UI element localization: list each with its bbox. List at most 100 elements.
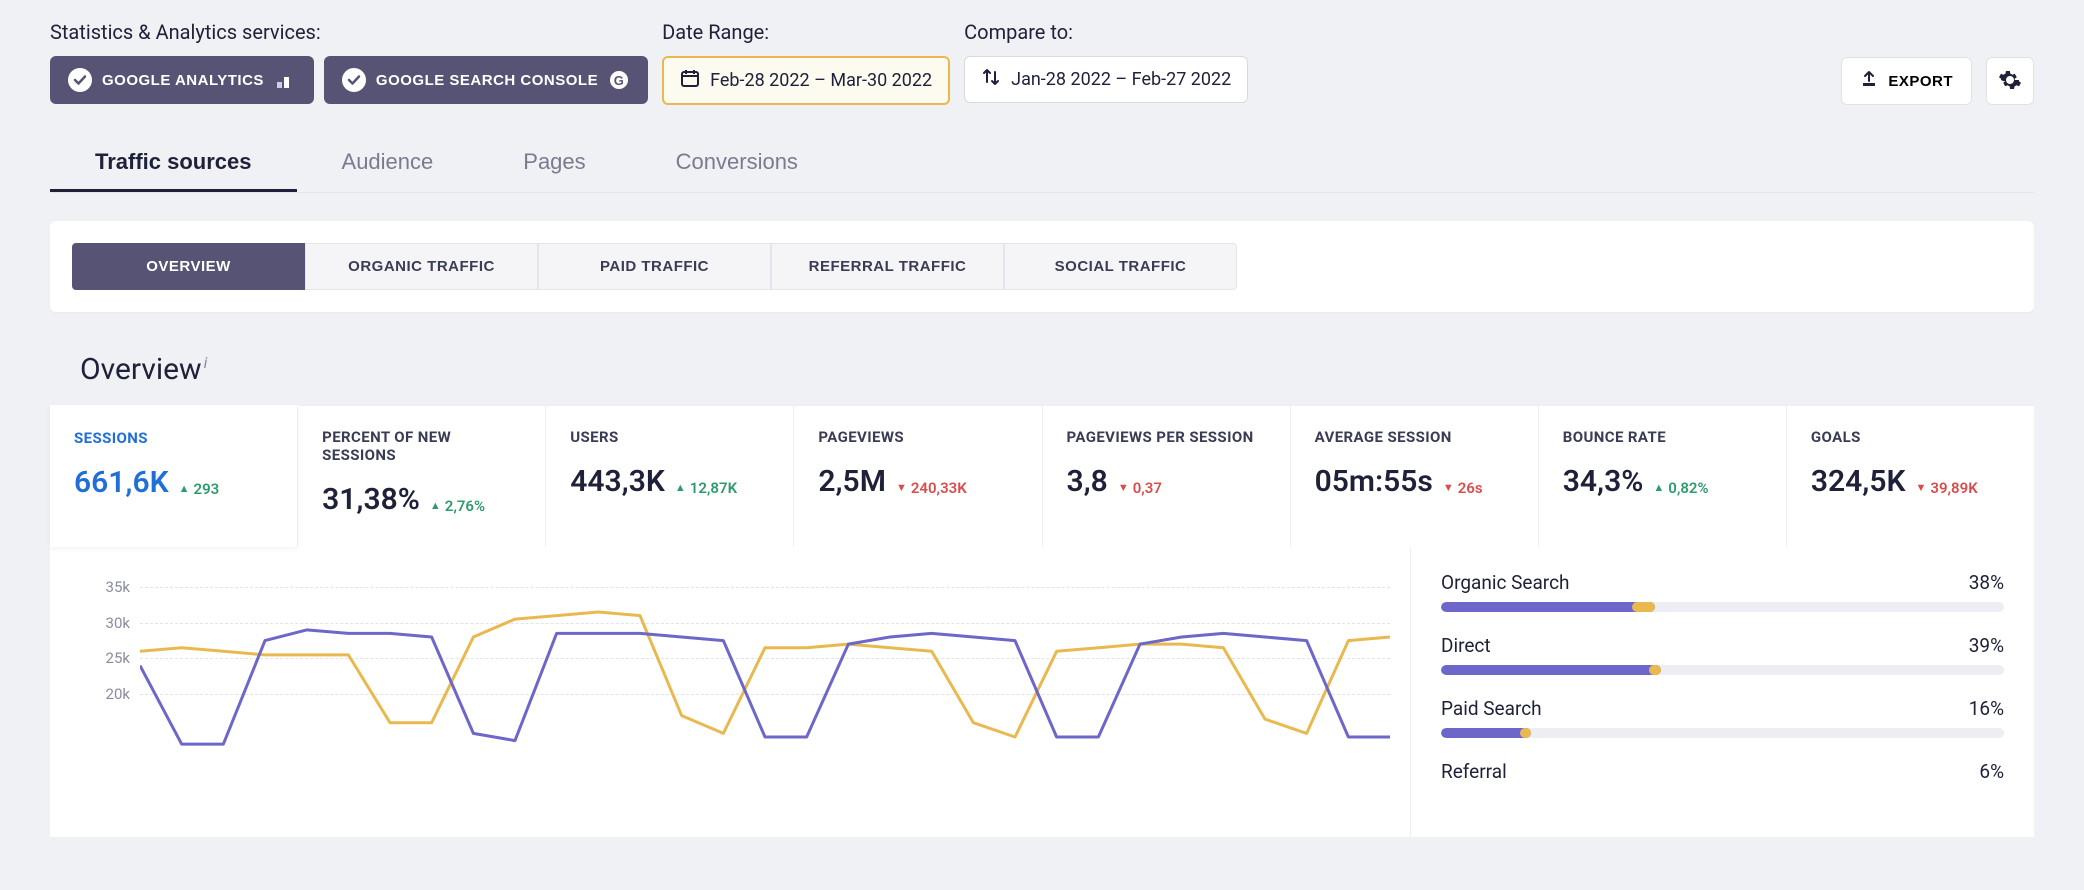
subtab-panel: OVERVIEWORGANIC TRAFFICPAID TRAFFICREFER… [50, 221, 2034, 312]
metric-label: SESSIONS [74, 429, 273, 447]
arrow-down-icon: ▼ [1916, 481, 1927, 494]
dashboard-page: Statistics & Analytics services: GOOGLE … [0, 0, 2084, 857]
source-bar-compare [1520, 728, 1531, 738]
source-pct: 38% [1969, 571, 2004, 594]
arrow-up-icon: ▲ [675, 481, 686, 494]
source-bar-track [1441, 665, 2004, 675]
metric-value: 443,3K▲12,87K [570, 464, 769, 499]
metric-label: USERS [570, 428, 769, 446]
source-direct: Direct 39% [1441, 634, 2004, 675]
export-button[interactable]: EXPORT [1841, 57, 1972, 105]
metric-goals[interactable]: GOALS 324,5K▼39,89K [1787, 406, 2034, 547]
check-icon [342, 68, 366, 92]
section-title-text: Overview [80, 352, 202, 387]
source-name: Organic Search [1441, 571, 1569, 594]
compare-text: Jan-28 2022 – Feb-27 2022 [1011, 69, 1231, 90]
source-organic-search: Organic Search 38% [1441, 571, 2004, 612]
info-icon[interactable]: i [204, 353, 208, 372]
subtab-referral-traffic[interactable]: REFERRAL TRAFFIC [771, 243, 1004, 290]
export-label: EXPORT [1888, 73, 1953, 90]
metric-pageviews[interactable]: PAGEVIEWS 2,5M▼240,33K [794, 406, 1042, 547]
metric-value: 324,5K▼39,89K [1811, 464, 2010, 499]
metric-delta: ▲0,82% [1653, 479, 1708, 497]
sessions-chart: 35k30k25k20k [80, 577, 1390, 837]
tab-conversions[interactable]: Conversions [631, 135, 843, 192]
section-title: Overviewi [50, 334, 2034, 405]
arrow-down-icon: ▼ [896, 481, 907, 494]
date-range-text: Feb-28 2022 – Mar-30 2022 [710, 70, 932, 91]
metric-label: GOALS [1811, 428, 2010, 446]
y-tick-label: 20k [84, 685, 130, 703]
metric-value: 34,3%▲0,82% [1563, 464, 1762, 499]
swap-icon [981, 67, 1001, 92]
metric-label: AVERAGE SESSION [1315, 428, 1514, 446]
google-g-icon: G [608, 69, 630, 91]
compare-picker[interactable]: Jan-28 2022 – Feb-27 2022 [964, 56, 1248, 103]
date-range-label: Date Range: [662, 20, 950, 44]
subtab-paid-traffic[interactable]: PAID TRAFFIC [538, 243, 771, 290]
tab-traffic-sources[interactable]: Traffic sources [50, 135, 297, 192]
metric-pageviews-per-session[interactable]: PAGEVIEWS PER SESSION 3,8▼0,37 [1043, 406, 1291, 547]
source-paid-search: Paid Search16% [1441, 697, 2004, 738]
metric-delta: ▼26s [1443, 479, 1483, 497]
subtab-social-traffic[interactable]: SOCIAL TRAFFIC [1004, 243, 1237, 290]
overview-section: Overviewi SESSIONS 661,6K▲293 PERCENT OF N… [50, 334, 2034, 837]
source-bar-primary [1441, 728, 1531, 738]
source-referral: Referral 6% [1441, 760, 2004, 783]
y-tick-label: 25k [84, 649, 130, 667]
analytics-icon [274, 69, 296, 91]
source-bar-track [1441, 728, 2004, 738]
service-google-analytics[interactable]: GOOGLE ANALYTICS [50, 56, 314, 104]
metrics-row: SESSIONS 661,6K▲293 PERCENT OF NEW SESSION… [50, 405, 2034, 547]
gear-icon [1998, 68, 2022, 95]
arrow-down-icon: ▼ [1443, 481, 1454, 494]
date-range-picker[interactable]: Feb-28 2022 – Mar-30 2022 [662, 56, 950, 105]
metric-bounce-rate[interactable]: BOUNCE RATE 34,3%▲0,82% [1539, 406, 1787, 547]
metric-delta: ▼240,33K [896, 479, 967, 497]
service-label: GOOGLE ANALYTICS [102, 72, 264, 89]
source-bar-track [1441, 602, 2004, 612]
tab-audience[interactable]: Audience [297, 135, 479, 192]
subtab-overview[interactable]: OVERVIEW [72, 243, 305, 290]
service-buttons: GOOGLE ANALYTICS GOOGLE SEARCH CONSOLE G [50, 56, 648, 104]
calendar-icon [680, 68, 700, 93]
services-label: Statistics & Analytics services: [50, 20, 648, 44]
source-pct: 39% [1969, 634, 2004, 657]
metric-delta: ▲293 [179, 480, 220, 498]
arrow-up-icon: ▲ [179, 482, 190, 495]
services-group: Statistics & Analytics services: GOOGLE … [50, 20, 648, 104]
metric-value: 05m:55s▼26s [1315, 464, 1514, 499]
source-pct: 6% [1979, 760, 2004, 783]
source-pct: 16% [1969, 697, 2004, 720]
metric-value: 31,38%▲2,76% [322, 482, 521, 517]
metric-label: PERCENT OF NEW SESSIONS [322, 428, 521, 464]
sub-tabs: OVERVIEWORGANIC TRAFFICPAID TRAFFICREFER… [72, 243, 2012, 290]
metric-delta: ▼39,89K [1916, 479, 1978, 497]
metric-average-session[interactable]: AVERAGE SESSION 05m:55s▼26s [1291, 406, 1539, 547]
metric-delta: ▲12,87K [675, 479, 737, 497]
arrow-up-icon: ▲ [430, 499, 441, 512]
source-bar-compare [1649, 665, 1660, 675]
source-name: Referral [1441, 760, 1507, 783]
metric-sessions[interactable]: SESSIONS 661,6K▲293 [50, 405, 298, 547]
source-bar-primary [1441, 602, 1655, 612]
metric-value: 2,5M▼240,33K [818, 464, 1017, 499]
source-name: Direct [1441, 634, 1491, 657]
chart-column: 35k30k25k20k [50, 547, 1410, 837]
metric-label: BOUNCE RATE [1563, 428, 1762, 446]
metric-label: PAGEVIEWS PER SESSION [1067, 428, 1266, 446]
subtab-organic-traffic[interactable]: ORGANIC TRAFFIC [305, 243, 538, 290]
source-bar-compare [1632, 602, 1655, 612]
metric-label: PAGEVIEWS [818, 428, 1017, 446]
metric-value: 3,8▼0,37 [1067, 464, 1266, 499]
settings-button[interactable] [1986, 57, 2034, 105]
metric-percent-of-new-sessions[interactable]: PERCENT OF NEW SESSIONS 31,38%▲2,76% [298, 406, 546, 547]
tab-pages[interactable]: Pages [478, 135, 630, 192]
arrow-up-icon: ▲ [1653, 481, 1664, 494]
check-icon [68, 68, 92, 92]
metric-delta: ▲2,76% [430, 497, 485, 515]
service-google-search-console[interactable]: GOOGLE SEARCH CONSOLE G [324, 56, 648, 104]
main-tabs: Traffic sourcesAudiencePagesConversions [50, 135, 2034, 193]
metric-value: 661,6K▲293 [74, 465, 273, 500]
metric-users[interactable]: USERS 443,3K▲12,87K [546, 406, 794, 547]
